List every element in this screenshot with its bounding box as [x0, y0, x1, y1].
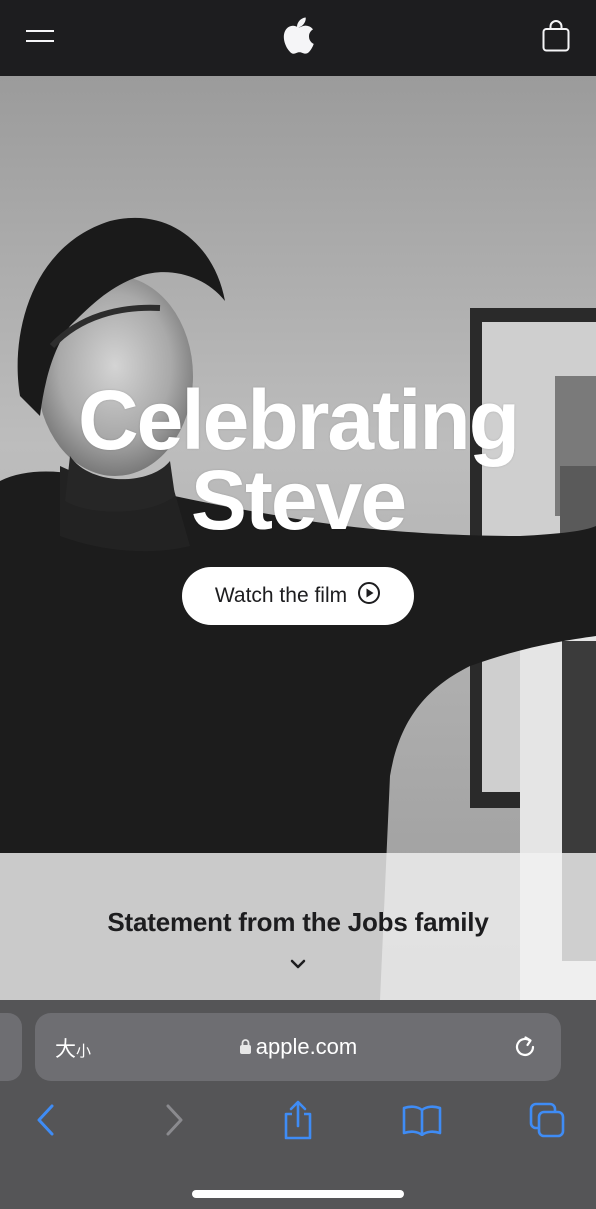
apple-logo-icon: [282, 17, 314, 58]
reload-icon[interactable]: [511, 1033, 539, 1061]
hero-title-line2: Steve: [190, 453, 407, 547]
url-text: apple.com: [255, 1034, 358, 1059]
previous-tab-preview[interactable]: [0, 1013, 22, 1081]
menu-button[interactable]: [24, 22, 56, 54]
bookmarks-icon: [402, 1104, 442, 1141]
apple-logo-link[interactable]: [282, 16, 314, 54]
statement-section: Statement from the Jobs family: [0, 853, 596, 1000]
statement-link[interactable]: Statement from the Jobs family: [0, 907, 596, 938]
home-indicator: [192, 1190, 404, 1198]
back-button[interactable]: [24, 1100, 68, 1144]
bookmarks-button[interactable]: [400, 1100, 444, 1144]
forward-icon: [164, 1103, 184, 1142]
watch-film-button[interactable]: Watch the film: [182, 567, 414, 625]
tabs-button[interactable]: [526, 1100, 570, 1144]
watch-film-label: Watch the film: [214, 584, 348, 607]
hero-title-line1: Celebrating: [77, 373, 520, 467]
address-bar[interactable]: 大小 apple.com: [35, 1013, 561, 1081]
url-display[interactable]: apple.com: [35, 1034, 561, 1061]
share-button[interactable]: [276, 1100, 320, 1144]
safari-toolbar: 大小 apple.com: [0, 1000, 596, 1209]
forward-button[interactable]: [152, 1100, 196, 1144]
hamburger-icon: [26, 28, 54, 49]
tabs-icon: [529, 1102, 567, 1143]
share-icon: [281, 1100, 315, 1145]
shopping-bag-icon: [542, 19, 570, 57]
back-icon: [36, 1103, 56, 1142]
play-circle-icon: [357, 581, 381, 611]
lock-icon: [239, 1035, 252, 1061]
chevron-down-icon[interactable]: [287, 957, 309, 971]
bag-button[interactable]: [540, 19, 572, 57]
